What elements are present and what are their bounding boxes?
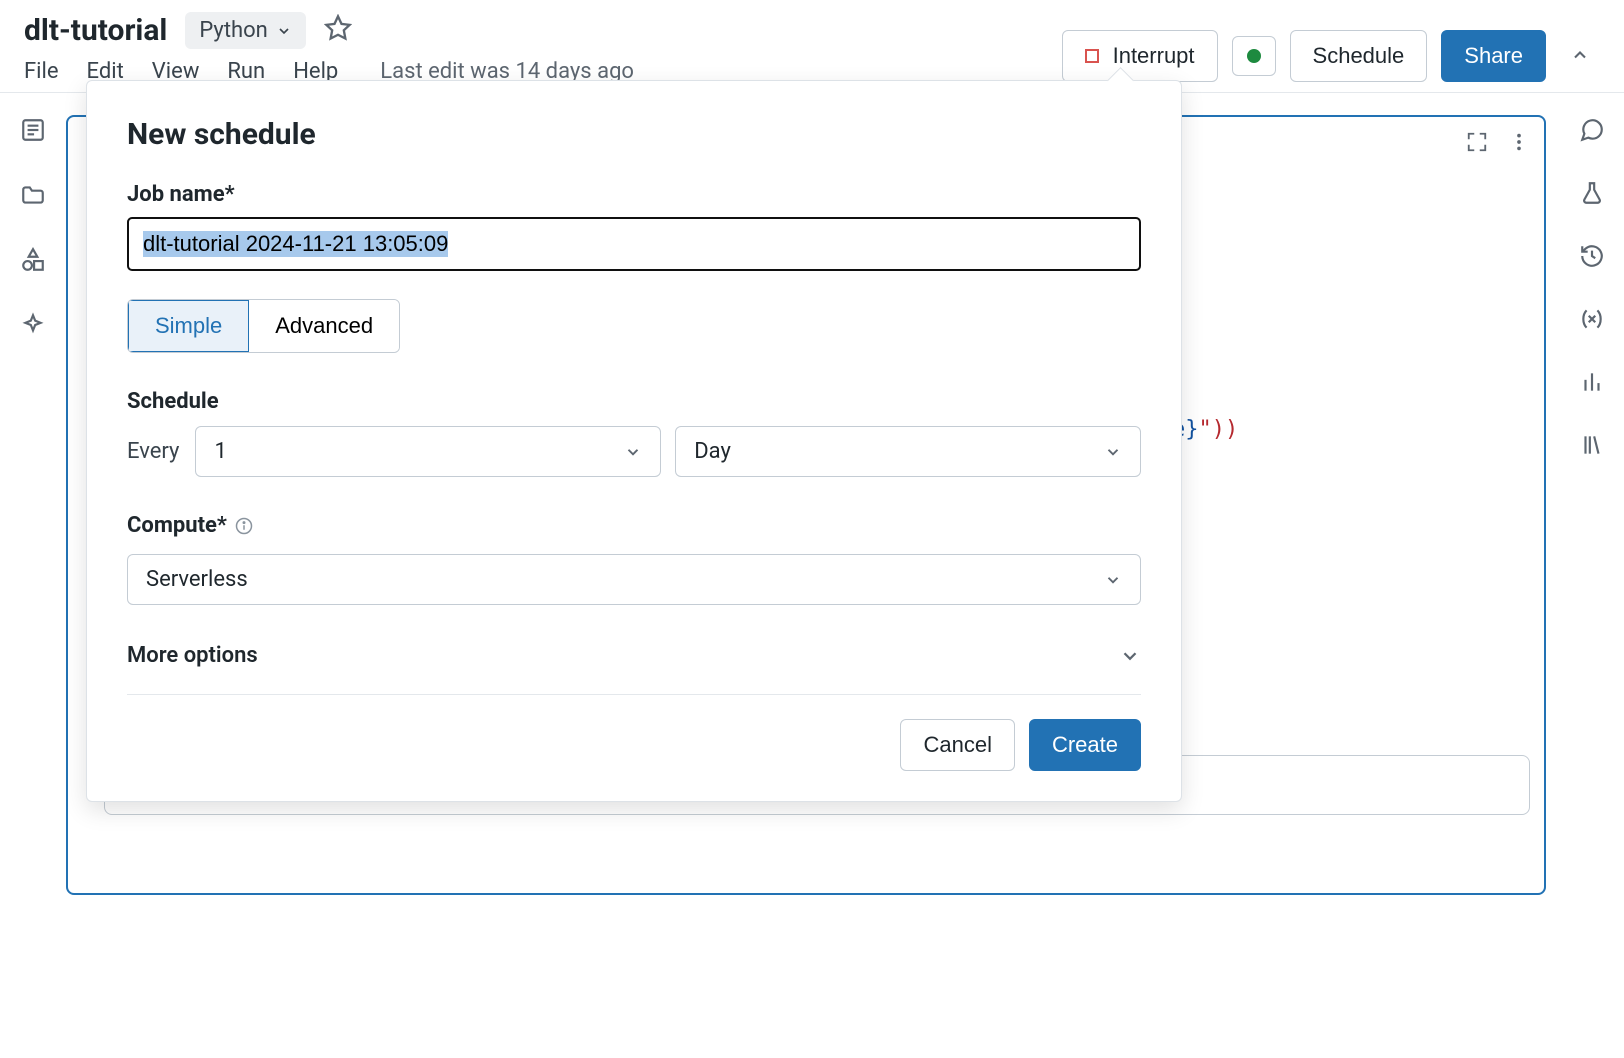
unit-select[interactable]: Day xyxy=(675,426,1141,477)
body-area: e}")) New schedule Job name* Simple Adva… xyxy=(0,93,1624,1045)
mode-tabs: Simple Advanced xyxy=(127,299,400,353)
cell-toolbar xyxy=(1466,131,1530,158)
library-icon[interactable] xyxy=(1579,432,1605,463)
share-label: Share xyxy=(1464,43,1523,69)
popover-actions: Cancel Create xyxy=(127,719,1141,771)
stop-icon xyxy=(1085,49,1099,63)
header-right: Interrupt Schedule Share xyxy=(1062,12,1600,82)
tab-simple[interactable]: Simple xyxy=(128,300,249,352)
chevron-down-icon xyxy=(1119,645,1141,667)
schedule-section-label: Schedule xyxy=(127,389,1141,414)
job-name-input[interactable] xyxy=(127,217,1141,271)
cancel-button[interactable]: Cancel xyxy=(900,719,1014,771)
job-name-label: Job name* xyxy=(127,182,1141,207)
schedule-row: Every 1 Day xyxy=(127,426,1141,477)
comment-icon[interactable] xyxy=(1579,117,1605,148)
unit-value: Day xyxy=(694,439,731,464)
divider xyxy=(127,694,1141,695)
right-rail xyxy=(1560,93,1624,1045)
expand-icon[interactable] xyxy=(1466,131,1488,158)
popover-title: New schedule xyxy=(127,117,1141,152)
star-icon[interactable] xyxy=(324,14,352,47)
header-more-button[interactable] xyxy=(1560,35,1600,78)
compute-label: Compute* xyxy=(127,513,1141,538)
left-rail xyxy=(0,93,66,1045)
chevron-up-icon xyxy=(1570,45,1590,65)
every-label: Every xyxy=(127,439,179,464)
code-text-2: ") xyxy=(1199,417,1226,442)
shapes-icon[interactable] xyxy=(20,247,46,278)
notebook-title[interactable]: dlt-tutorial xyxy=(24,13,167,48)
kebab-icon[interactable] xyxy=(1508,131,1530,158)
sparkle-icon[interactable] xyxy=(20,312,46,343)
menu-file[interactable]: File xyxy=(24,59,59,84)
chevron-down-icon xyxy=(1104,443,1122,461)
tab-advanced[interactable]: Advanced xyxy=(249,300,399,352)
folder-icon[interactable] xyxy=(20,182,46,213)
outline-icon[interactable] xyxy=(20,117,46,148)
interval-select[interactable]: 1 xyxy=(195,426,661,477)
title-row: dlt-tutorial Python xyxy=(24,12,634,49)
variables-icon[interactable] xyxy=(1579,306,1605,337)
header-left: dlt-tutorial Python File Edit View Run H… xyxy=(24,12,634,84)
create-button[interactable]: Create xyxy=(1029,719,1141,771)
more-options-label: More options xyxy=(127,643,258,668)
canvas: e}")) New schedule Job name* Simple Adva… xyxy=(66,93,1560,1045)
info-icon[interactable] xyxy=(235,517,253,535)
schedule-popover: New schedule Job name* Simple Advanced S… xyxy=(86,80,1182,802)
schedule-label: Schedule xyxy=(1313,43,1405,69)
compute-label-text: Compute* xyxy=(127,513,227,538)
compute-section: Compute* Serverless xyxy=(127,513,1141,605)
compute-select[interactable]: Serverless xyxy=(127,554,1141,605)
interrupt-label: Interrupt xyxy=(1113,43,1195,69)
schedule-section: Schedule Every 1 Day xyxy=(127,389,1141,477)
interrupt-button[interactable]: Interrupt xyxy=(1062,30,1218,82)
language-label: Python xyxy=(199,18,267,43)
connect-status-button[interactable] xyxy=(1232,36,1276,76)
more-options-toggle[interactable]: More options xyxy=(127,643,1141,668)
chevron-down-icon xyxy=(624,443,642,461)
compute-value: Serverless xyxy=(146,567,248,592)
bar-chart-icon[interactable] xyxy=(1579,369,1605,400)
share-button[interactable]: Share xyxy=(1441,30,1546,82)
history-icon[interactable] xyxy=(1579,243,1605,274)
status-dot-icon xyxy=(1247,49,1261,63)
chevron-down-icon xyxy=(276,23,292,39)
flask-icon[interactable] xyxy=(1579,180,1605,211)
language-pill[interactable]: Python xyxy=(185,12,305,49)
schedule-button[interactable]: Schedule xyxy=(1290,30,1428,82)
interval-value: 1 xyxy=(214,439,226,464)
chevron-down-icon xyxy=(1104,571,1122,589)
